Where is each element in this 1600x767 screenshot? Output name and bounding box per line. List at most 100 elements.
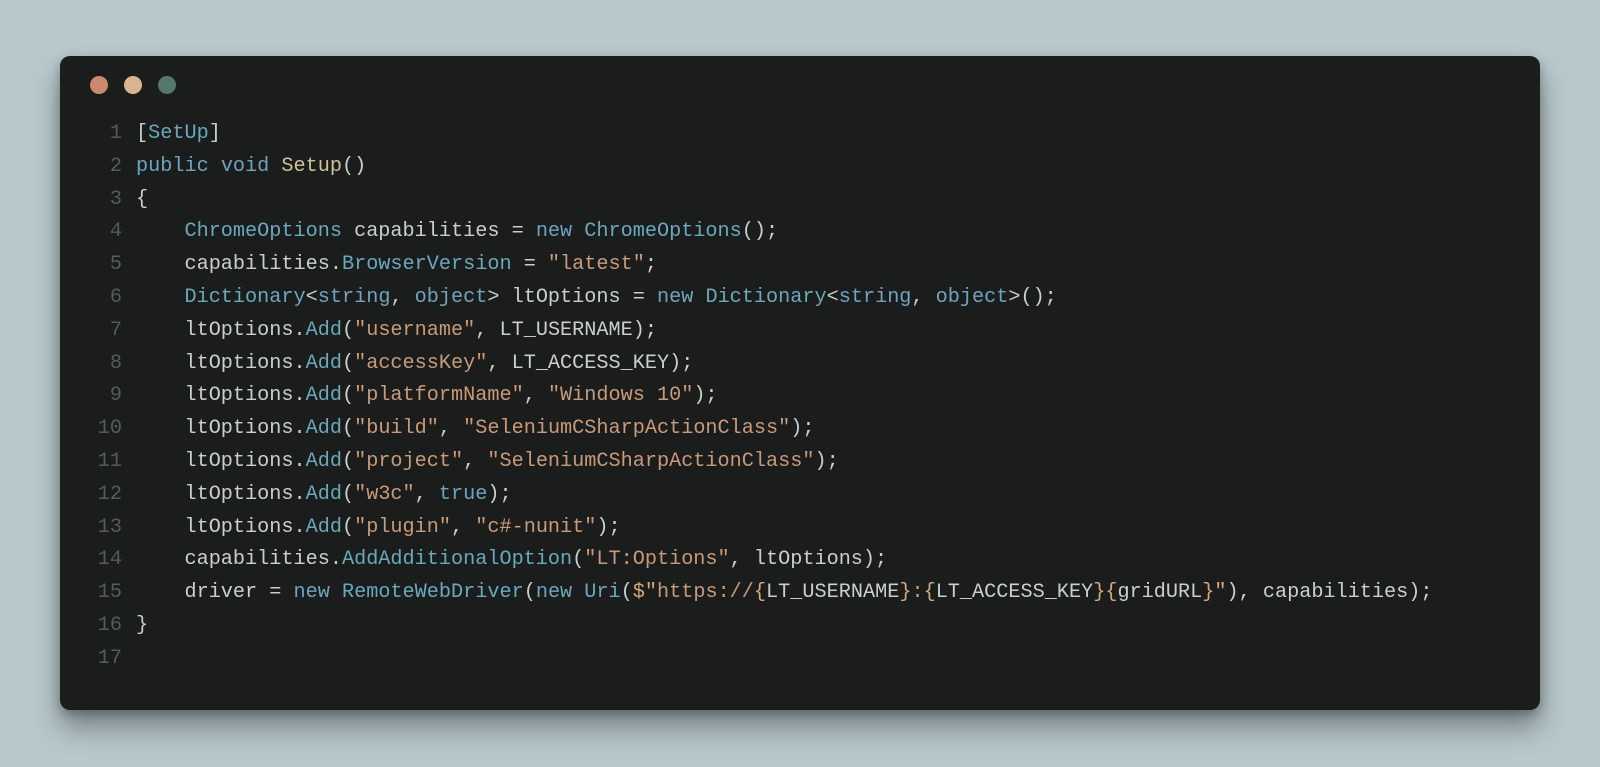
- minimize-icon[interactable]: [124, 76, 142, 94]
- code-line[interactable]: 3{: [60, 184, 1540, 217]
- code-line[interactable]: 9 ltOptions.Add("platformName", "Windows…: [60, 380, 1540, 413]
- token-kw: new: [536, 581, 584, 604]
- code-line[interactable]: 13 ltOptions.Add("plugin", "c#-nunit");: [60, 512, 1540, 545]
- code-content[interactable]: capabilities.AddAdditionalOption("LT:Opt…: [136, 544, 887, 577]
- code-editor[interactable]: 1[SetUp]2public void Setup()3{4 ChromeOp…: [60, 118, 1540, 710]
- token-str: "accessKey": [354, 352, 487, 375]
- code-content[interactable]: Dictionary<string, object> ltOptions = n…: [136, 282, 1057, 315]
- line-number: 13: [60, 512, 136, 545]
- code-line[interactable]: 8 ltOptions.Add("accessKey", LT_ACCESS_K…: [60, 348, 1540, 381]
- token-ident: ltOptions: [512, 286, 633, 309]
- token-punct: (: [342, 483, 354, 506]
- token-str: "c#-nunit": [475, 516, 596, 539]
- code-line[interactable]: 17: [60, 643, 1540, 676]
- token-kw: void: [221, 155, 282, 178]
- line-number: 9: [60, 380, 136, 413]
- line-number: 11: [60, 446, 136, 479]
- line-number: 10: [60, 413, 136, 446]
- token-type: Add: [306, 384, 342, 407]
- indent: [136, 544, 184, 577]
- code-content[interactable]: {: [136, 184, 148, 217]
- token-str: "project": [354, 450, 463, 473]
- token-kw: object: [936, 286, 1009, 309]
- code-content[interactable]: ltOptions.Add("w3c", true);: [136, 479, 512, 512]
- token-punct: >();: [1008, 286, 1056, 309]
- token-punct: .: [294, 417, 306, 440]
- indent: [136, 282, 184, 315]
- token-punct: (: [524, 581, 536, 604]
- token-punct: =: [512, 220, 536, 243]
- token-punct: =: [633, 286, 657, 309]
- token-ident: capabilities: [354, 220, 512, 243]
- token-punct: ]: [209, 122, 221, 145]
- code-line[interactable]: 15 driver = new RemoteWebDriver(new Uri(…: [60, 577, 1540, 610]
- code-line[interactable]: 7 ltOptions.Add("username", LT_USERNAME)…: [60, 315, 1540, 348]
- code-line[interactable]: 1[SetUp]: [60, 118, 1540, 151]
- code-line[interactable]: 2public void Setup(): [60, 151, 1540, 184]
- token-type: Add: [306, 450, 342, 473]
- code-content[interactable]: ltOptions.Add("platformName", "Windows 1…: [136, 380, 718, 413]
- token-type: Add: [306, 352, 342, 375]
- token-type: Dictionary: [184, 286, 305, 309]
- line-number: 4: [60, 216, 136, 249]
- token-type: ChromeOptions: [584, 220, 742, 243]
- token-str: "platformName": [354, 384, 524, 407]
- token-punct: =: [524, 253, 548, 276]
- indent: [136, 577, 184, 610]
- token-punct: ;: [645, 253, 657, 276]
- token-ident: ltOptions: [184, 516, 293, 539]
- code-line[interactable]: 5 capabilities.BrowserVersion = "latest"…: [60, 249, 1540, 282]
- token-str: :: [911, 581, 923, 604]
- line-number: 1: [60, 118, 136, 151]
- code-line[interactable]: 14 capabilities.AddAdditionalOption("LT:…: [60, 544, 1540, 577]
- token-ident: capabilities: [1263, 581, 1408, 604]
- token-orange: {: [1105, 581, 1117, 604]
- code-content[interactable]: ChromeOptions capabilities = new ChromeO…: [136, 216, 778, 249]
- code-content[interactable]: ltOptions.Add("plugin", "c#-nunit");: [136, 512, 621, 545]
- code-content[interactable]: ltOptions.Add("build", "SeleniumCSharpAc…: [136, 413, 814, 446]
- token-type: Add: [306, 319, 342, 342]
- token-orange: {: [924, 581, 936, 604]
- code-line[interactable]: 12 ltOptions.Add("w3c", true);: [60, 479, 1540, 512]
- code-line[interactable]: 11 ltOptions.Add("project", "SeleniumCSh…: [60, 446, 1540, 479]
- code-content[interactable]: ltOptions.Add("accessKey", LT_ACCESS_KEY…: [136, 348, 693, 381]
- token-punct: ,: [439, 417, 463, 440]
- token-const: LT_USERNAME: [499, 319, 632, 342]
- token-str: "SeleniumCSharpActionClass": [487, 450, 814, 473]
- token-kw: new: [657, 286, 705, 309]
- token-kw: string: [318, 286, 391, 309]
- token-ident: ltOptions: [184, 417, 293, 440]
- code-content[interactable]: ltOptions.Add("project", "SeleniumCSharp…: [136, 446, 839, 479]
- line-number: 6: [60, 282, 136, 315]
- token-orange: {: [754, 581, 766, 604]
- indent: [136, 413, 184, 446]
- token-punct: <: [827, 286, 839, 309]
- token-punct: (: [342, 319, 354, 342]
- token-punct: <: [306, 286, 318, 309]
- code-content[interactable]: }: [136, 610, 148, 643]
- close-icon[interactable]: [90, 76, 108, 94]
- token-punct: );: [693, 384, 717, 407]
- token-type: Dictionary: [705, 286, 826, 309]
- code-content[interactable]: capabilities.BrowserVersion = "latest";: [136, 249, 657, 282]
- code-content[interactable]: [SetUp]: [136, 118, 221, 151]
- token-punct: );: [863, 548, 887, 571]
- token-punct: ,: [475, 319, 499, 342]
- token-punct: );: [1408, 581, 1432, 604]
- token-punct: (: [342, 352, 354, 375]
- code-line[interactable]: 16}: [60, 610, 1540, 643]
- code-line[interactable]: 10 ltOptions.Add("build", "SeleniumCShar…: [60, 413, 1540, 446]
- code-content[interactable]: public void Setup(): [136, 151, 366, 184]
- token-punct: >: [487, 286, 511, 309]
- code-content[interactable]: ltOptions.Add("username", LT_USERNAME);: [136, 315, 657, 348]
- token-kw: public: [136, 155, 221, 178]
- token-const: LT_ACCESS_KEY: [512, 352, 670, 375]
- code-line[interactable]: 6 Dictionary<string, object> ltOptions =…: [60, 282, 1540, 315]
- token-orange: ": [1214, 581, 1226, 604]
- token-type: Uri: [584, 581, 620, 604]
- code-content[interactable]: driver = new RemoteWebDriver(new Uri($"h…: [136, 577, 1432, 610]
- zoom-icon[interactable]: [158, 76, 176, 94]
- token-punct: );: [790, 417, 814, 440]
- token-type: Add: [306, 417, 342, 440]
- code-line[interactable]: 4 ChromeOptions capabilities = new Chrom…: [60, 216, 1540, 249]
